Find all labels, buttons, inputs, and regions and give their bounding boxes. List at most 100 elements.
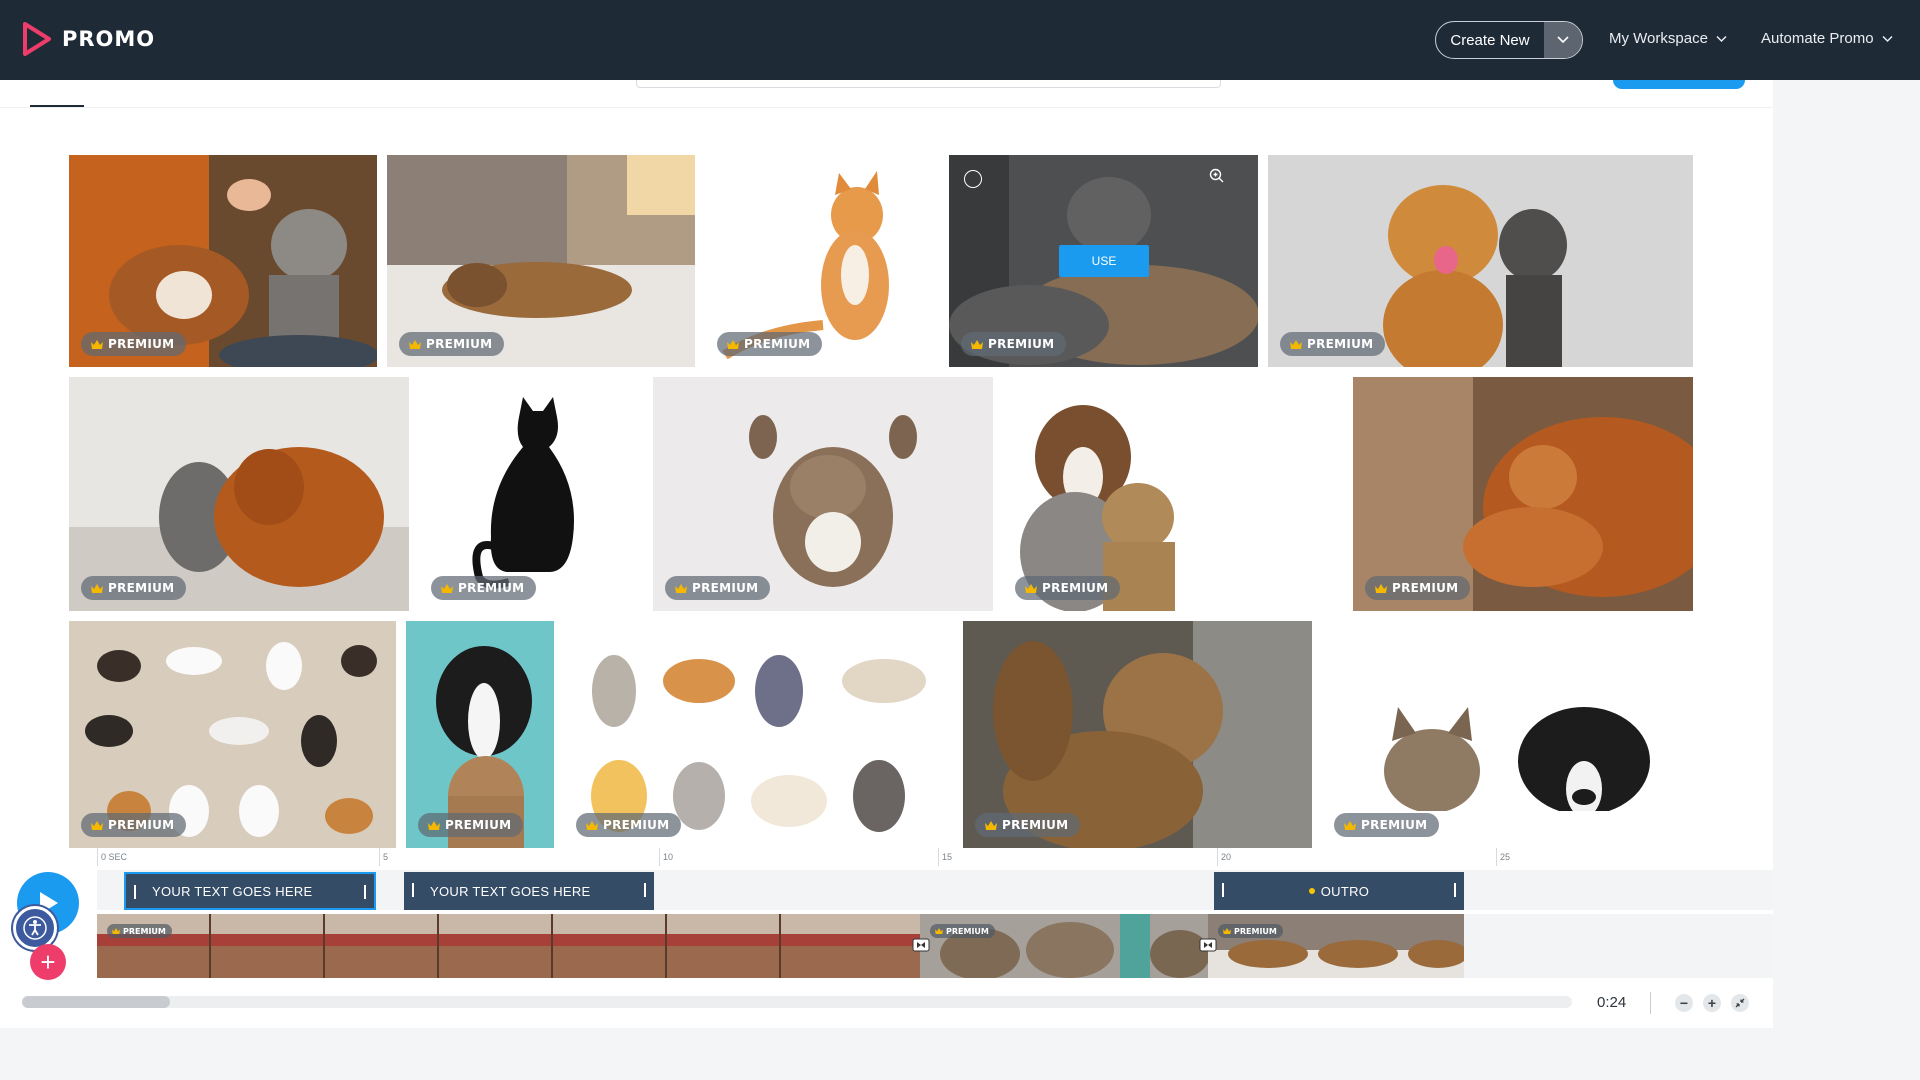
crown-icon — [727, 339, 739, 349]
crown-icon — [935, 928, 943, 934]
media-tile[interactable]: PREMIUM — [1268, 155, 1693, 367]
media-tile-hovered[interactable]: USE PREMIUM — [949, 155, 1258, 367]
my-workspace-menu[interactable]: My Workspace — [1609, 30, 1727, 47]
clip-right-handle[interactable] — [644, 883, 646, 897]
clip-right-handle[interactable] — [364, 885, 366, 899]
video-clip-1[interactable]: PREMIUM — [97, 914, 920, 978]
media-tile[interactable]: PREMIUM — [387, 155, 695, 367]
premium-badge: PREMIUM — [665, 576, 771, 600]
accessibility-icon — [23, 916, 47, 940]
collapse-icon — [1735, 998, 1745, 1008]
premium-badge: PREMIUM — [81, 332, 187, 356]
crown-icon — [91, 583, 103, 593]
clip-left-handle[interactable] — [412, 883, 414, 897]
ruler-tick: 5 — [379, 848, 388, 866]
crown-icon — [91, 339, 103, 349]
chevron-down-icon — [1557, 36, 1569, 44]
text-clip-label: YOUR TEXT GOES HERE — [430, 883, 591, 899]
video-clip-2[interactable]: PREMIUM — [920, 914, 1208, 978]
media-tile[interactable]: PREMIUM — [1322, 621, 1693, 848]
clip-left-handle[interactable] — [1222, 883, 1224, 897]
duration-readout: 0:24 — [1597, 994, 1627, 1011]
crown-icon — [675, 583, 687, 593]
media-tile[interactable]: PREMIUM — [653, 377, 993, 611]
create-new-dropdown[interactable] — [1544, 22, 1582, 58]
automate-promo-menu[interactable]: Automate Promo — [1761, 30, 1893, 47]
clip-right-handle[interactable] — [1454, 883, 1456, 897]
outro-clip[interactable]: OUTRO — [1214, 872, 1464, 910]
crown-icon — [1223, 928, 1231, 934]
media-tile[interactable]: PREMIUM — [963, 621, 1312, 848]
crown-icon — [1025, 583, 1037, 593]
clip-left-handle[interactable] — [134, 885, 136, 899]
zoom-in-icon[interactable] — [1208, 167, 1226, 185]
chevron-down-icon — [1882, 35, 1893, 42]
premium-badge: PREMIUM — [1365, 576, 1471, 600]
premium-badge: PREMIUM — [431, 576, 537, 600]
timeline-scrollbar[interactable] — [22, 996, 1572, 1008]
premium-badge: PREMIUM — [1218, 924, 1283, 938]
media-tile[interactable]: PREMIUM — [69, 621, 396, 848]
transition-icon[interactable] — [1199, 936, 1217, 954]
text-clip-1[interactable]: YOUR TEXT GOES HERE — [124, 872, 376, 910]
crown-icon — [1375, 583, 1387, 593]
crown-icon — [409, 339, 421, 349]
ruler-tick: 10 — [659, 848, 673, 866]
select-checkbox[interactable] — [964, 170, 982, 188]
logo-text: PROMO — [62, 27, 156, 51]
timeline-ruler[interactable]: 0 SEC 5 10 15 20 25 — [97, 848, 1773, 866]
media-tile[interactable]: PREMIUM — [69, 155, 377, 367]
zoom-out-button[interactable]: − — [1675, 994, 1693, 1012]
crown-icon — [91, 820, 103, 830]
premium-badge: PREMIUM — [717, 332, 823, 356]
crown-icon — [441, 583, 453, 593]
media-tile[interactable]: PREMIUM — [419, 377, 643, 611]
crown-icon — [971, 339, 983, 349]
video-clip-thumbnails — [97, 914, 920, 978]
zoom-in-button[interactable]: + — [1703, 994, 1721, 1012]
crown-icon — [586, 820, 598, 830]
create-new-button[interactable]: Create New — [1436, 22, 1544, 58]
upload-button-edge[interactable] — [1613, 80, 1745, 89]
premium-badge: PREMIUM — [1015, 576, 1121, 600]
search-input-edge[interactable] — [636, 80, 1221, 88]
media-tile[interactable]: PREMIUM — [406, 621, 554, 848]
media-tile[interactable]: PREMIUM — [1003, 377, 1343, 611]
media-tile[interactable]: PREMIUM — [1353, 377, 1693, 611]
crown-icon — [1290, 339, 1302, 349]
media-tile[interactable]: PREMIUM — [705, 155, 939, 367]
transition-icon[interactable] — [912, 936, 930, 954]
promo-logo-icon — [23, 22, 51, 56]
premium-badge: PREMIUM — [961, 332, 1067, 356]
top-navigation-bar: PROMO Create New My Workspace Automate P… — [0, 0, 1920, 80]
add-button[interactable]: + — [30, 944, 66, 980]
automate-promo-label: Automate Promo — [1761, 30, 1874, 47]
active-tab-indicator — [30, 105, 84, 107]
chevron-down-icon — [1716, 35, 1727, 42]
premium-badge: PREMIUM — [975, 813, 1081, 837]
scrollbar-thumb[interactable] — [22, 996, 170, 1008]
use-button[interactable]: USE — [1059, 245, 1149, 277]
text-clip-2[interactable]: YOUR TEXT GOES HERE — [404, 872, 654, 910]
premium-badge: PREMIUM — [1280, 332, 1386, 356]
promo-logo[interactable]: PROMO — [22, 22, 155, 56]
my-workspace-label: My Workspace — [1609, 30, 1708, 47]
media-tile[interactable]: PREMIUM — [69, 377, 409, 611]
create-new-button-group: Create New — [1435, 21, 1583, 59]
video-clip-3[interactable]: PREMIUM — [1208, 914, 1464, 978]
right-gutter — [1773, 80, 1920, 1080]
ruler-tick: 0 SEC — [97, 848, 127, 866]
library-header-strip — [0, 80, 1773, 108]
premium-badge: PREMIUM — [81, 576, 187, 600]
media-tile[interactable]: PREMIUM — [564, 621, 953, 848]
text-clip-label: YOUR TEXT GOES HERE — [152, 883, 313, 899]
premium-badge: PREMIUM — [576, 813, 682, 837]
premium-badge: PREMIUM — [418, 813, 524, 837]
page-footer-area — [0, 1028, 1773, 1080]
crown-icon — [985, 820, 997, 830]
ruler-tick: 20 — [1217, 848, 1231, 866]
divider — [1650, 992, 1651, 1014]
fit-button[interactable] — [1731, 994, 1749, 1012]
ruler-tick: 25 — [1496, 848, 1510, 866]
ruler-tick: 15 — [938, 848, 952, 866]
